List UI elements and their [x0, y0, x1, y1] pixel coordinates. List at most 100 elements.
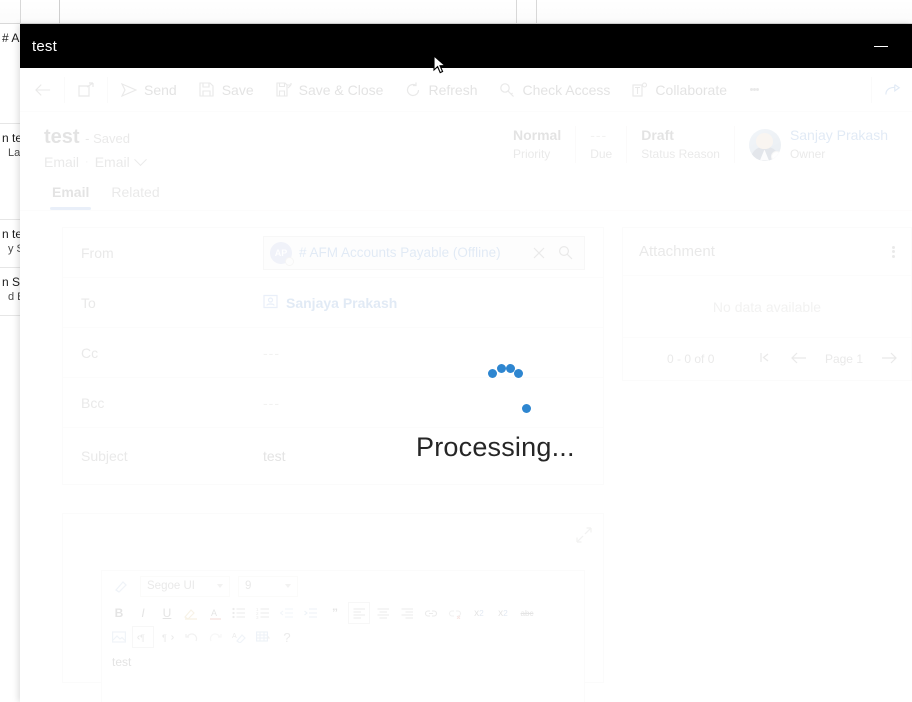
- right-to-left-icon[interactable]: ¶: [156, 626, 178, 648]
- attachment-pager: 0 - 0 of 0 Page 1: [623, 338, 911, 380]
- superscript-icon[interactable]: x2: [468, 602, 490, 624]
- cc-label: Cc: [81, 344, 99, 361]
- from-value: AP # AFM Accounts Payable (Offline): [263, 235, 585, 270]
- cc-value[interactable]: ---: [263, 345, 585, 361]
- send-icon: [121, 82, 137, 98]
- subject-label: Subject: [81, 448, 128, 464]
- link-icon[interactable]: [420, 602, 442, 624]
- highlight-icon[interactable]: [180, 602, 202, 624]
- first-page-icon[interactable]: [760, 352, 773, 366]
- redo-icon[interactable]: [204, 626, 226, 648]
- attachment-overflow-button[interactable]: [892, 244, 895, 259]
- align-center-icon[interactable]: [372, 602, 394, 624]
- blockquote-icon[interactable]: ”: [324, 602, 346, 624]
- left-to-right-icon[interactable]: ¶: [132, 626, 154, 648]
- font-color-icon[interactable]: A: [204, 602, 226, 624]
- undo-icon[interactable]: [180, 626, 202, 648]
- background-grid-header: [0, 0, 912, 24]
- italic-icon[interactable]: I: [132, 602, 154, 624]
- rte-content[interactable]: test: [102, 649, 584, 675]
- field-row-bcc: Bcc ---: [63, 378, 603, 428]
- bcc-value[interactable]: ---: [263, 395, 585, 411]
- font-family-value: Segoe UI: [147, 580, 195, 592]
- attachment-empty-message: No data available: [623, 276, 911, 338]
- back-arrow-glyph: [35, 82, 51, 98]
- tab-related-label: Related: [111, 184, 160, 200]
- format-painter-icon[interactable]: [110, 575, 132, 597]
- subject-value[interactable]: test: [263, 448, 585, 464]
- new-window-icon[interactable]: [67, 68, 105, 112]
- divider: [107, 76, 108, 103]
- next-page-icon[interactable]: [881, 352, 897, 367]
- numbered-list-icon[interactable]: 123: [252, 602, 274, 624]
- form-selector-label[interactable]: Email: [95, 154, 130, 170]
- screen: # AF n te Lar n te y Sa n Sa d By test S…: [0, 0, 912, 702]
- header-field-owner[interactable]: Sanjay Prakash Owner: [735, 126, 888, 163]
- teams-icon: [632, 81, 648, 98]
- tab-email[interactable]: Email: [44, 180, 97, 210]
- send-button[interactable]: Send: [110, 68, 188, 112]
- svg-text:A: A: [211, 608, 217, 618]
- check-access-button[interactable]: Check Access: [488, 68, 621, 112]
- bulleted-list-icon[interactable]: [228, 602, 250, 624]
- priority-label: Priority: [512, 147, 551, 161]
- underline-icon[interactable]: U: [156, 602, 178, 624]
- tab-related[interactable]: Related: [103, 180, 167, 210]
- refresh-label: Refresh: [428, 81, 478, 98]
- save-and-close-button[interactable]: Save & Close: [265, 68, 395, 112]
- font-size-value: 9: [245, 580, 252, 592]
- header-field-due[interactable]: --- Due: [576, 126, 628, 163]
- to-recipient-chip[interactable]: Sanjaya Prakash: [263, 294, 585, 312]
- email-body-card: Segoe UI 9 B I U A 1 2 3 ” x 2 x 2 abc ¶…: [62, 513, 604, 702]
- status-reason-label: Status Reason: [641, 147, 720, 161]
- unlink-icon[interactable]: [444, 602, 466, 624]
- decrease-indent-icon[interactable]: [276, 602, 298, 624]
- owner-name[interactable]: Sanjay Prakash: [790, 126, 888, 145]
- attachment-column: Attachment No data available 0 - 0 of 0: [622, 227, 912, 683]
- font-family-select[interactable]: Segoe UI: [140, 575, 230, 597]
- from-lookup-input[interactable]: AP # AFM Accounts Payable (Offline): [263, 235, 585, 270]
- due-label: Due: [590, 147, 613, 161]
- from-lookup-text: # AFM Accounts Payable (Offline): [299, 245, 501, 260]
- bcc-label: Bcc: [81, 394, 105, 411]
- header-field-status-reason[interactable]: Draft Status Reason: [627, 126, 735, 163]
- search-icon[interactable]: [552, 240, 578, 266]
- minimize-icon[interactable]: [858, 24, 904, 68]
- collaborate-button[interactable]: Collaborate: [621, 68, 738, 112]
- avatar: [748, 128, 781, 161]
- contact-card-icon: [263, 294, 278, 312]
- dialog-title: test: [32, 37, 57, 55]
- strikethrough-icon[interactable]: abc: [516, 602, 538, 624]
- expand-icon[interactable]: [575, 526, 593, 544]
- back-arrow-icon[interactable]: [24, 68, 62, 112]
- insert-image-icon[interactable]: [108, 626, 130, 648]
- save-icon: [199, 82, 215, 98]
- record-header-fields: Normal Priority --- Due Draft Status Rea…: [499, 126, 888, 163]
- clear-formatting-icon[interactable]: A: [228, 626, 250, 648]
- increase-indent-icon[interactable]: [300, 602, 322, 624]
- email-fields-card: From AP # AFM Accounts Payable (Offline): [62, 227, 604, 485]
- command-overflow-button[interactable]: [738, 68, 771, 112]
- bold-icon[interactable]: B: [108, 602, 130, 624]
- previous-page-icon[interactable]: [791, 352, 807, 367]
- refresh-icon: [405, 82, 421, 98]
- close-icon[interactable]: [526, 240, 552, 266]
- pager-controls: Page 1: [760, 352, 897, 367]
- rte-toolbar-row-2: ¶ ¶ A ?: [102, 625, 584, 649]
- save-button[interactable]: Save: [188, 68, 265, 112]
- help-icon[interactable]: ?: [276, 626, 298, 648]
- header-field-priority[interactable]: Normal Priority: [499, 126, 577, 163]
- chevron-down-icon: [217, 584, 223, 588]
- chevron-down-icon[interactable]: [133, 152, 147, 166]
- to-value: Sanjaya Prakash: [263, 294, 585, 312]
- subscript-icon[interactable]: x2: [492, 602, 514, 624]
- share-button[interactable]: [874, 68, 912, 112]
- chevron-down-icon: [285, 584, 291, 588]
- align-left-icon[interactable]: [348, 602, 370, 624]
- insert-table-icon[interactable]: [252, 626, 274, 648]
- from-label: From: [81, 244, 114, 261]
- align-right-icon[interactable]: [396, 602, 418, 624]
- status-reason-value: Draft: [641, 127, 674, 143]
- avatar-initials: AP: [274, 247, 288, 258]
- font-size-select[interactable]: 9: [238, 575, 298, 597]
